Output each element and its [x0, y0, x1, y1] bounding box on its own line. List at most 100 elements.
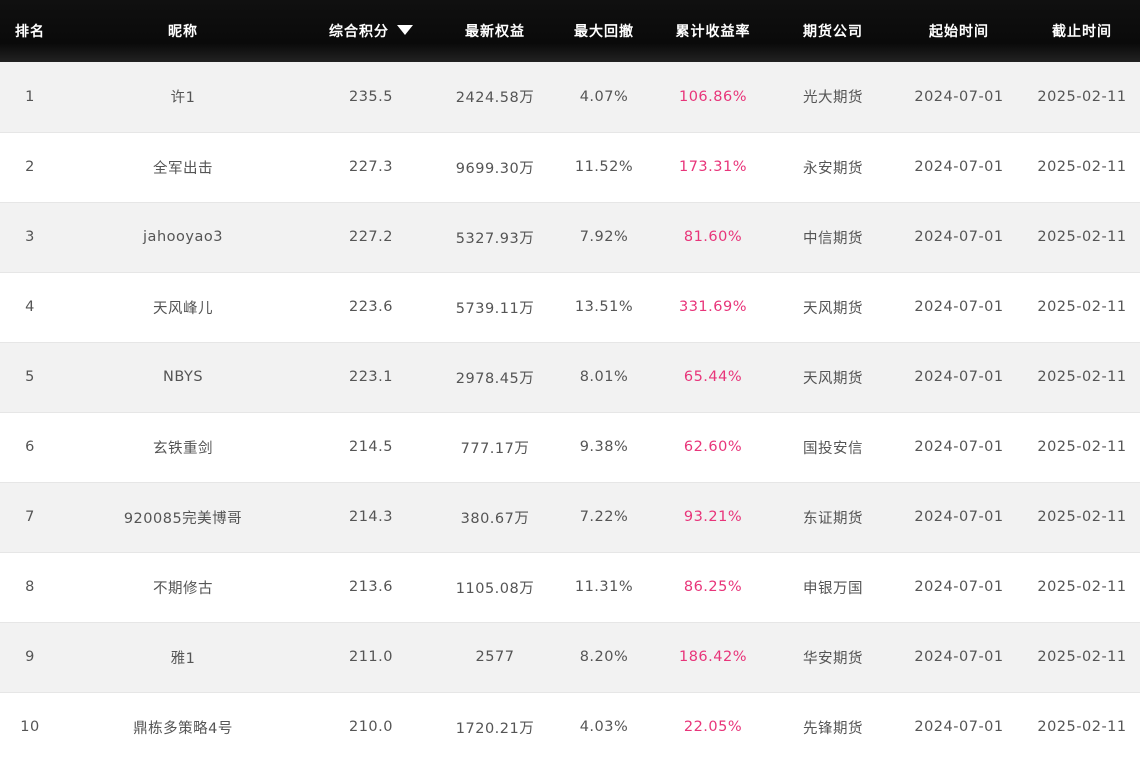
cell-rank: 6 [0, 412, 60, 483]
cell-start: 2024-07-01 [894, 692, 1024, 759]
cell-drawdown: 11.31% [554, 552, 654, 623]
table-row[interactable]: 4 天风峰儿 223.6 5739.11万 13.51% 331.69% 天风期货 2024-… [0, 272, 1140, 343]
cell-end: 2025-02-11 [1024, 132, 1140, 203]
cell-rank: 3 [0, 202, 60, 273]
cell-cum-return: 81.60% [654, 202, 772, 273]
cell-end: 2025-02-11 [1024, 202, 1140, 273]
header-equity: 最新权益 [465, 24, 525, 40]
header-nickname: 昵称 [168, 24, 198, 40]
cell-start: 2024-07-01 [894, 132, 1024, 203]
cell-end: 2025-02-11 [1024, 272, 1140, 343]
header-rank: 排名 [15, 24, 45, 40]
cell-end: 2025-02-11 [1024, 692, 1140, 759]
cell-broker: 天风期货 [772, 272, 894, 343]
cell-nickname: 全军出击 [60, 132, 306, 203]
table-row[interactable]: 1 许1 235.5 2424.58万 4.07% 106.86% 光大期货 2024-07-… [0, 62, 1140, 133]
cell-cum-return: 65.44% [654, 342, 772, 413]
ranking-table: 排名 昵称 综合积分 最新权益 最大回撤 累计收益率 期货公司 起始时间 截止时… [0, 0, 1140, 759]
cell-end: 2025-02-11 [1024, 552, 1140, 623]
ranking-table-container: 排名 昵称 综合积分 最新权益 最大回撤 累计收益率 期货公司 起始时间 截止时… [0, 0, 1140, 759]
cell-rank: 9 [0, 622, 60, 693]
table-row[interactable]: 9 雅1 211.0 2577 8.20% 186.42% 华安期货 2024-07-01 20… [0, 622, 1140, 693]
cell-end: 2025-02-11 [1024, 62, 1140, 133]
header-score-label[interactable]: 综合积分 [329, 24, 389, 40]
table-header: 排名 昵称 综合积分 最新权益 最大回撤 累计收益率 期货公司 起始时间 截止时… [0, 0, 1140, 62]
cell-drawdown: 8.20% [554, 622, 654, 693]
cell-nickname: jahooyao3 [60, 202, 306, 273]
cell-equity: 2978.45万 [436, 342, 554, 413]
cell-rank: 10 [0, 692, 60, 759]
cell-equity: 1720.21万 [436, 692, 554, 759]
cell-broker: 光大期货 [772, 62, 894, 133]
cell-nickname: 雅1 [60, 622, 306, 693]
header-row: 排名 昵称 综合积分 最新权益 最大回撤 累计收益率 期货公司 起始时间 截止时… [0, 0, 1140, 62]
cell-drawdown: 11.52% [554, 132, 654, 203]
cell-score: 223.6 [306, 272, 436, 343]
cell-score: 223.1 [306, 342, 436, 413]
cell-drawdown: 4.03% [554, 692, 654, 759]
cell-broker: 国投安信 [772, 412, 894, 483]
cell-rank: 8 [0, 552, 60, 623]
cell-start: 2024-07-01 [894, 62, 1024, 133]
header-start: 起始时间 [929, 24, 989, 40]
cell-nickname: 920085完美博哥 [60, 482, 306, 553]
header-score[interactable]: 综合积分 [306, 0, 436, 62]
cell-rank: 7 [0, 482, 60, 553]
table-row[interactable]: 3 jahooyao3 227.2 5327.93万 7.92% 81.60% 中信期货 20… [0, 202, 1140, 273]
cell-equity: 5327.93万 [436, 202, 554, 273]
cell-cum-return: 62.60% [654, 412, 772, 483]
header-cum-return: 累计收益率 [675, 24, 751, 40]
cell-start: 2024-07-01 [894, 412, 1024, 483]
cell-start: 2024-07-01 [894, 202, 1024, 273]
cell-nickname: 鼎栋多策略4号 [60, 692, 306, 759]
cell-rank: 2 [0, 132, 60, 203]
cell-nickname: 许1 [60, 62, 306, 133]
cell-broker: 华安期货 [772, 622, 894, 693]
cell-drawdown: 9.38% [554, 412, 654, 483]
cell-drawdown: 13.51% [554, 272, 654, 343]
cell-score: 211.0 [306, 622, 436, 693]
cell-cum-return: 22.05% [654, 692, 772, 759]
cell-drawdown: 4.07% [554, 62, 654, 133]
cell-score: 210.0 [306, 692, 436, 759]
header-broker: 期货公司 [803, 24, 863, 40]
cell-score: 213.6 [306, 552, 436, 623]
cell-cum-return: 106.86% [654, 62, 772, 133]
cell-equity: 5739.11万 [436, 272, 554, 343]
cell-end: 2025-02-11 [1024, 482, 1140, 553]
table-body: 1 许1 235.5 2424.58万 4.07% 106.86% 光大期货 2024-07-… [0, 62, 1140, 759]
cell-equity: 9699.30万 [436, 132, 554, 203]
table-row[interactable]: 2 全军出击 227.3 9699.30万 11.52% 173.31% 永安期货 2024-… [0, 132, 1140, 203]
cell-start: 2024-07-01 [894, 552, 1024, 623]
cell-score: 214.5 [306, 412, 436, 483]
table-row[interactable]: 10 鼎栋多策略4号 210.0 1720.21万 4.03% 22.05% 先锋期货 202… [0, 692, 1140, 759]
cell-rank: 5 [0, 342, 60, 413]
table-row[interactable]: 5 NBYS 223.1 2978.45万 8.01% 65.44% 天风期货 2024-07… [0, 342, 1140, 413]
cell-equity: 380.67万 [436, 482, 554, 553]
cell-end: 2025-02-11 [1024, 342, 1140, 413]
cell-cum-return: 93.21% [654, 482, 772, 553]
cell-score: 227.3 [306, 132, 436, 203]
cell-start: 2024-07-01 [894, 272, 1024, 343]
cell-nickname: NBYS [60, 342, 306, 413]
cell-end: 2025-02-11 [1024, 622, 1140, 693]
table-row[interactable]: 8 不期修古 213.6 1105.08万 11.31% 86.25% 申银万国 2024-0… [0, 552, 1140, 623]
cell-score: 214.3 [306, 482, 436, 553]
cell-cum-return: 186.42% [654, 622, 772, 693]
cell-nickname: 玄铁重剑 [60, 412, 306, 483]
cell-rank: 1 [0, 62, 60, 133]
cell-start: 2024-07-01 [894, 342, 1024, 413]
header-drawdown: 最大回撤 [574, 24, 634, 40]
cell-start: 2024-07-01 [894, 622, 1024, 693]
cell-broker: 先锋期货 [772, 692, 894, 759]
cell-cum-return: 331.69% [654, 272, 772, 343]
sort-down-icon[interactable] [397, 25, 413, 35]
table-row[interactable]: 7 920085完美博哥 214.3 380.67万 7.22% 93.21% 东证期货 20… [0, 482, 1140, 553]
cell-equity: 2424.58万 [436, 62, 554, 133]
header-end: 截止时间 [1052, 24, 1112, 40]
cell-start: 2024-07-01 [894, 482, 1024, 553]
cell-cum-return: 173.31% [654, 132, 772, 203]
cell-rank: 4 [0, 272, 60, 343]
table-row[interactable]: 6 玄铁重剑 214.5 777.17万 9.38% 62.60% 国投安信 2024-07-… [0, 412, 1140, 483]
cell-nickname: 天风峰儿 [60, 272, 306, 343]
